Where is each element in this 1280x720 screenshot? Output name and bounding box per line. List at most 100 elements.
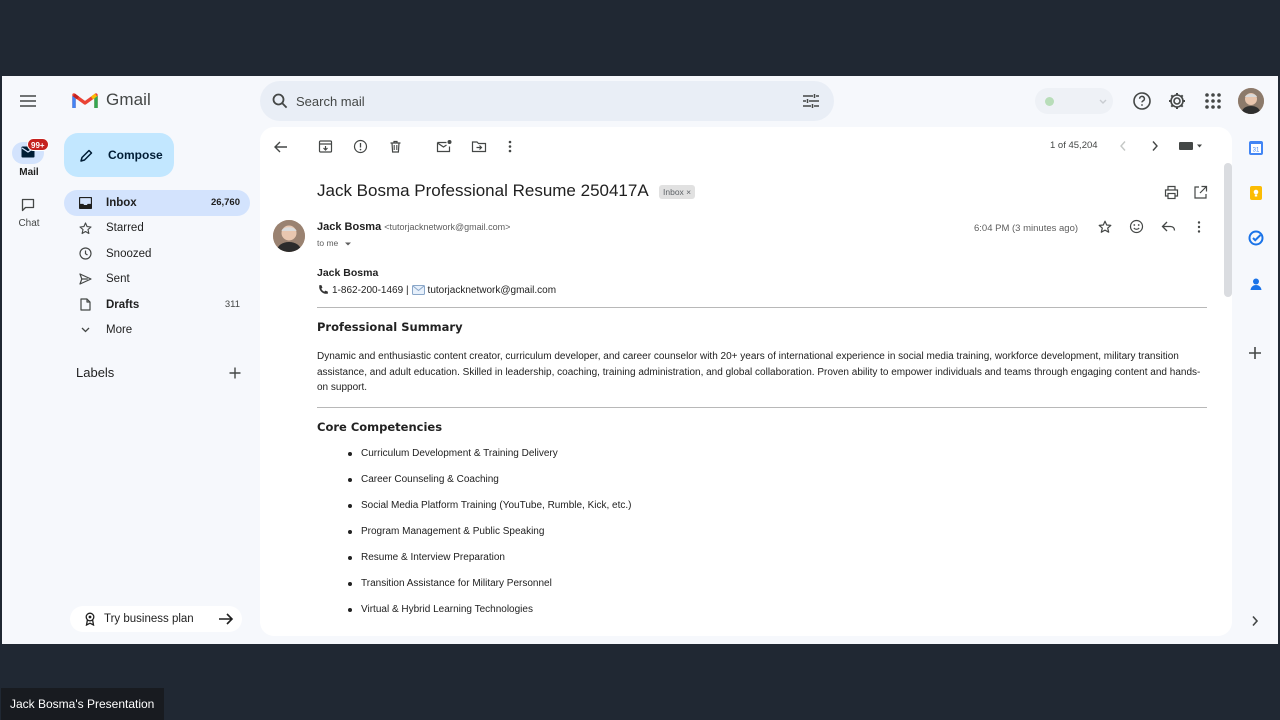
app-name: Gmail [106, 90, 151, 109]
recipient-text: to me [317, 238, 339, 248]
compose-label: Compose [108, 148, 163, 162]
nav-count: 26,760 [210, 197, 240, 209]
resume-email[interactable]: tutorjacknetwork@gmail.com [428, 285, 557, 296]
sender-name-text: Jack Bosma [317, 221, 382, 233]
competencies-heading: Core Competencies [317, 419, 443, 434]
sender-name[interactable]: Jack Bosma <tutorjacknetwork@gmail.com> [317, 221, 510, 233]
plus-icon [229, 367, 241, 379]
more-vertical-icon [1197, 221, 1201, 233]
presentation-caption: Jack Bosma's Presentation [1, 688, 165, 720]
apps-button[interactable] [1202, 90, 1224, 112]
inbox-icon [78, 196, 92, 210]
try-business-plan-button[interactable]: Try business plan [70, 606, 242, 632]
sender-email: <tutorjacknetwork@gmail.com> [384, 222, 511, 232]
folder-move-icon [471, 141, 487, 153]
unread-badge: 99+ [27, 138, 49, 151]
nav-item-snoozed[interactable]: Snoozed [64, 241, 250, 267]
back-button[interactable] [273, 139, 289, 155]
apps-grid-icon [1205, 93, 1221, 109]
rail-mail-label: Mail [19, 167, 39, 178]
recipient-details[interactable]: to me [317, 238, 352, 248]
input-tools-button[interactable] [1178, 141, 1204, 151]
print-button[interactable] [1164, 185, 1179, 200]
chevron-down-icon [78, 323, 92, 337]
email-body: Jack Bosma 1-862-200-1469 | tutorjacknet… [317, 267, 1207, 629]
rail-chat[interactable]: Chat [2, 196, 56, 236]
inbox-label-chip[interactable]: Inbox × [659, 185, 696, 199]
account-avatar[interactable] [1238, 88, 1264, 114]
envelope-icon [411, 285, 425, 295]
mark-unread-icon [436, 140, 452, 153]
user-avatar-icon [1238, 88, 1264, 114]
star-button[interactable] [1098, 220, 1112, 234]
search-options-icon [803, 94, 819, 108]
emoji-react-button[interactable] [1129, 219, 1144, 234]
labels-heading: Labels [76, 365, 115, 380]
status-indicator[interactable] [1035, 88, 1113, 114]
help-icon [1133, 92, 1151, 110]
settings-button[interactable] [1166, 90, 1188, 112]
divider [317, 307, 1207, 308]
search-icon [272, 93, 288, 109]
plus-icon [1249, 347, 1261, 359]
nav-label: Sent [106, 273, 130, 286]
archive-icon [318, 140, 333, 153]
report-spam-button[interactable] [353, 139, 368, 154]
rail-chat-label: Chat [18, 218, 40, 229]
message-panel: 1 of 45,204 Jack Bosma Professional Resu… [260, 127, 1232, 636]
gmail-logo[interactable]: Gmail [72, 90, 151, 110]
nav-item-drafts[interactable]: Drafts 311 [64, 292, 250, 318]
keep-app-button[interactable] [1248, 185, 1264, 201]
get-addons-button[interactable] [1248, 346, 1262, 360]
message-counter: 1 of 45,204 [1050, 140, 1098, 151]
search-bar[interactable] [260, 81, 834, 121]
archive-button[interactable] [318, 139, 333, 154]
nav-label: More [106, 324, 133, 337]
clock-icon [78, 247, 92, 261]
mark-unread-button[interactable] [436, 139, 452, 154]
calendar-app-button[interactable]: 31 [1248, 140, 1264, 156]
move-to-button[interactable] [471, 139, 487, 154]
chevron-left-icon [1120, 141, 1126, 151]
user-avatar-icon [273, 220, 305, 252]
support-button[interactable] [1131, 90, 1153, 112]
open-new-window-button[interactable] [1193, 185, 1208, 200]
list-item: Curriculum Development & Training Delive… [317, 447, 1207, 473]
older-button[interactable] [1150, 140, 1160, 152]
main-menu-button[interactable] [16, 89, 40, 113]
send-icon [78, 272, 92, 286]
delete-button[interactable] [388, 139, 403, 154]
sender-avatar[interactable] [273, 220, 305, 252]
trash-icon [390, 140, 401, 153]
list-item: Career Counseling & Coaching [317, 473, 1207, 499]
contacts-app-button[interactable] [1248, 276, 1264, 292]
phone-icon [319, 285, 328, 294]
list-item: Social Media Platform Training (YouTube,… [317, 499, 1207, 525]
newer-button[interactable] [1118, 140, 1128, 152]
nav-item-more[interactable]: More [64, 318, 250, 344]
hide-side-panel-button[interactable] [1250, 615, 1260, 627]
compose-button[interactable]: Compose [64, 133, 174, 177]
svg-text:31: 31 [1253, 148, 1260, 154]
pencil-icon [80, 149, 93, 162]
folder-list: Inbox 26,760 Starred Snoozed Sent Drafts… [64, 190, 250, 343]
nav-item-sent[interactable]: Sent [64, 267, 250, 293]
create-label-button[interactable] [228, 366, 242, 380]
nav-item-inbox[interactable]: Inbox 26,760 [64, 190, 250, 216]
more-vertical-icon [508, 140, 512, 153]
keep-icon [1250, 186, 1262, 200]
award-icon [84, 612, 96, 626]
nav-item-starred[interactable]: Starred [64, 216, 250, 242]
more-actions-button[interactable] [507, 139, 513, 154]
message-more-button[interactable] [1196, 220, 1202, 234]
print-icon [1164, 185, 1179, 200]
file-icon [78, 298, 92, 312]
scrollbar[interactable] [1224, 163, 1232, 297]
star-icon [1098, 220, 1112, 233]
reply-button[interactable] [1161, 220, 1176, 233]
chevron-right-icon [1152, 141, 1158, 151]
list-item: Virtual & Hybrid Learning Technologies [317, 603, 1207, 629]
tasks-app-button[interactable] [1248, 230, 1264, 246]
nav-label: Starred [106, 222, 144, 235]
search-input[interactable] [296, 90, 766, 112]
